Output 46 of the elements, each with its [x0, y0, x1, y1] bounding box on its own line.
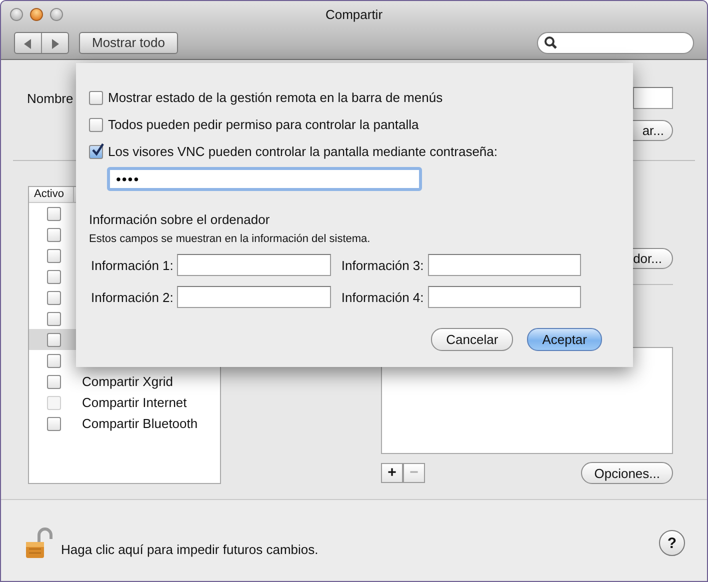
checkbox[interactable]	[47, 374, 61, 388]
checkbox[interactable]	[89, 144, 103, 158]
dialog-button[interactable]: Cancelar	[431, 328, 514, 351]
options-button[interactable]: Opciones...	[581, 462, 673, 484]
checkbox[interactable]	[47, 312, 61, 326]
search-icon	[544, 36, 557, 49]
name-field[interactable]	[633, 87, 673, 109]
window-title: Compartir	[325, 6, 383, 22]
input-field[interactable]	[177, 286, 332, 308]
option-label[interactable]: Los visores VNC pueden controlar la pantalla mediante contraseña:	[108, 144, 498, 159]
option-label[interactable]: Todos pueden pedir permiso para controlar la pantalla	[108, 117, 419, 132]
field-label: Información 4:	[341, 290, 424, 304]
checkbox[interactable]	[47, 332, 61, 346]
checkbox[interactable]	[47, 354, 61, 368]
show-all-button[interactable]: Mostrar todo	[79, 32, 178, 54]
input-field[interactable]	[177, 254, 332, 276]
checkbox[interactable]	[47, 206, 61, 220]
field-label: Nombre	[27, 90, 74, 106]
zoom-button[interactable]	[50, 8, 63, 20]
checkbox[interactable]	[47, 270, 61, 284]
help-button[interactable]: ?	[659, 530, 685, 556]
close-button[interactable]	[10, 8, 23, 20]
password-field[interactable]: ••••	[107, 167, 422, 191]
checkbox[interactable]	[47, 228, 61, 242]
input-field[interactable]	[428, 286, 581, 308]
minimize-button[interactable]	[30, 8, 43, 20]
field-label: Información 3:	[341, 258, 424, 272]
checkbox[interactable]	[47, 248, 61, 262]
column-header[interactable]: Activo	[29, 187, 74, 202]
section-note: Estos campos se muestran en la información del sistema.	[89, 233, 372, 245]
checkbox[interactable]	[89, 90, 103, 104]
unlocked-padlock-icon[interactable]	[25, 527, 53, 559]
service-name[interactable]: Compartir Bluetooth	[82, 416, 198, 431]
lock-message: Haga clic aquí para impedir futuros cambios.	[61, 542, 318, 556]
input-field[interactable]	[428, 254, 581, 276]
option-label[interactable]: Mostrar estado de la gestión remota en la barra de menús	[108, 90, 443, 105]
field-label: Información 1:	[91, 258, 174, 272]
section-heading: Información sobre el ordenador	[89, 212, 271, 227]
search-field[interactable]	[537, 32, 694, 54]
dialog-button[interactable]: Aceptar	[527, 328, 602, 351]
checkbox[interactable]	[47, 290, 61, 304]
field-label: Información 2:	[91, 290, 174, 304]
checkbox[interactable]	[47, 416, 61, 430]
add-button[interactable]: +	[381, 463, 403, 483]
service-name[interactable]: Compartir Xgrid	[82, 374, 174, 389]
checkbox[interactable]	[89, 118, 103, 132]
